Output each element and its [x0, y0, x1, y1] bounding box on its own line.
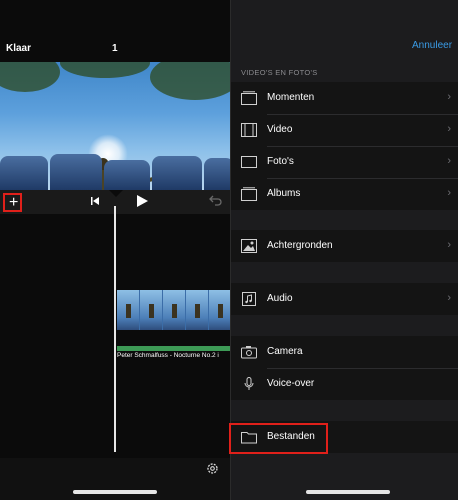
microphone-icon [241, 377, 257, 391]
files-highlight [229, 423, 328, 454]
row-label: Albums [267, 188, 301, 199]
hay-bale [50, 154, 102, 190]
audio-track-bar [117, 346, 230, 351]
picker-row-albums[interactable]: Albums › [231, 178, 458, 210]
clip-frame [140, 290, 162, 330]
audio-track[interactable]: Peter Schmalfuss - Nocturne No.2 i [117, 346, 230, 362]
picker-row-audio[interactable]: Audio › [231, 283, 458, 315]
row-label: Camera [267, 346, 303, 357]
video-preview[interactable] [0, 62, 230, 190]
settings-gear-icon[interactable] [206, 462, 219, 475]
skip-to-start-icon[interactable] [90, 196, 100, 206]
audio-track-title: Peter Schmalfuss - Nocturne No.2 i [117, 352, 219, 359]
picker-row-fotos[interactable]: Foto's › [231, 146, 458, 178]
add-media-button[interactable]: + [3, 193, 22, 212]
audio-icon [241, 292, 257, 306]
clip-frame [163, 290, 185, 330]
chevron-right-icon: › [447, 123, 451, 135]
row-label: Achtergronden [267, 240, 333, 251]
row-label: Voice-over [267, 378, 315, 389]
chevron-right-icon: › [447, 239, 451, 251]
chevron-right-icon: › [447, 187, 451, 199]
picker-row-video[interactable]: Video › [231, 114, 458, 146]
tree-foliage [60, 62, 150, 78]
row-label: Momenten [267, 92, 315, 103]
playhead[interactable] [114, 206, 116, 452]
photos-icon [241, 155, 257, 169]
chevron-right-icon: › [447, 91, 451, 103]
camera-icon [241, 345, 257, 359]
hay-bale [0, 156, 48, 190]
section-title: VIDEO'S EN FOTO'S [241, 68, 318, 77]
hay-bale [204, 158, 230, 190]
picker-row-voice-over[interactable]: Voice-over [231, 368, 458, 400]
clip-frame [117, 290, 139, 330]
clip-frame [186, 290, 208, 330]
picker-row-momenten[interactable]: Momenten › [231, 82, 458, 114]
done-button[interactable]: Klaar [6, 43, 31, 54]
clip-frame [209, 290, 230, 330]
film-icon [241, 123, 257, 137]
row-label: Audio [267, 293, 293, 304]
playhead-caret [109, 190, 123, 197]
row-label: Foto's [267, 156, 294, 167]
row-label: Video [267, 124, 293, 135]
tree-foliage [0, 62, 60, 92]
clip-count: 1 [112, 43, 118, 54]
albums-icon [241, 187, 257, 201]
chevron-right-icon: › [447, 292, 451, 304]
backgrounds-icon [241, 239, 257, 253]
undo-icon[interactable] [209, 194, 222, 206]
chevron-right-icon: › [447, 155, 451, 167]
video-clip[interactable] [117, 290, 230, 330]
hay-bale [152, 156, 202, 190]
tree-foliage [150, 62, 230, 100]
picker-row-achtergronden[interactable]: Achtergronden › [231, 230, 458, 262]
picker-row-camera[interactable]: Camera [231, 336, 458, 368]
home-indicator [73, 490, 157, 494]
moments-icon [241, 91, 257, 105]
home-indicator [306, 490, 390, 494]
play-icon[interactable] [135, 194, 149, 208]
cancel-button[interactable]: Annuleer [412, 40, 452, 51]
hay-bale [104, 160, 150, 190]
plus-icon: + [9, 194, 19, 211]
